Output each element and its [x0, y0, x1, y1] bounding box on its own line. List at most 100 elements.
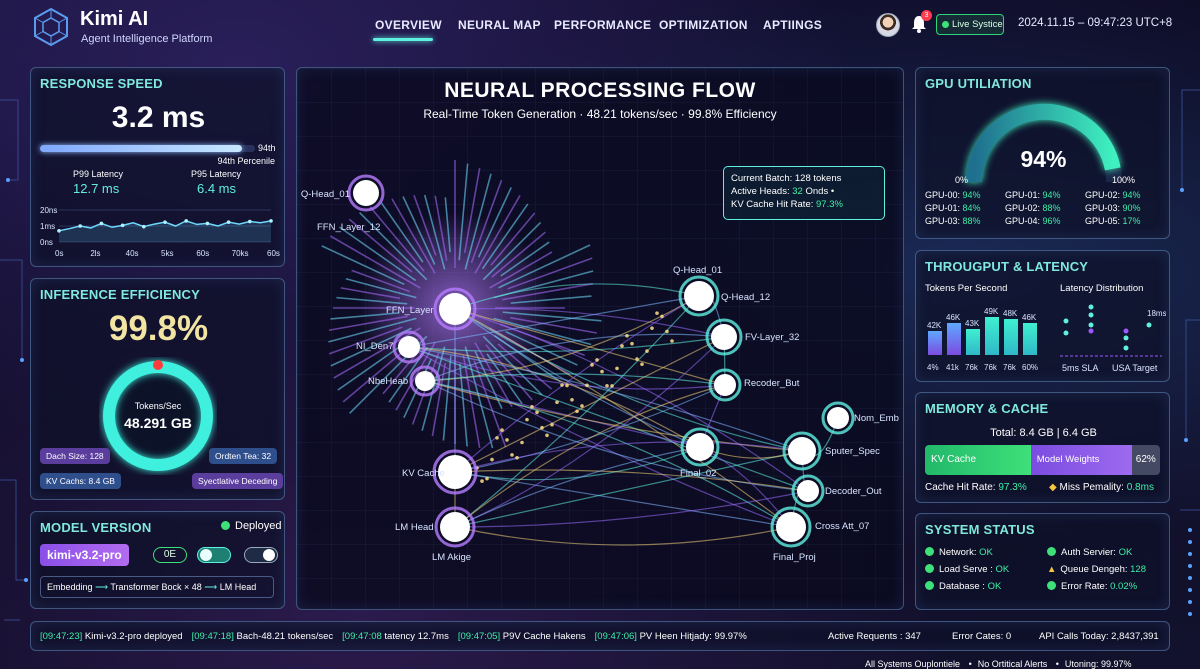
node-label: KV Cache — [402, 468, 445, 479]
node-label: Final_02 — [680, 468, 716, 479]
flow-particle — [495, 436, 499, 440]
requests-label: Active Requents : — [828, 631, 903, 642]
deployed-label: Deployed — [235, 520, 282, 532]
log-entry: [09:47:23] Kimi-v3.2-pro deployed — [40, 631, 183, 642]
flow-particle — [610, 384, 614, 388]
gpu-title: GPU UTILIATION — [925, 76, 1032, 91]
cache-hit-value: 97.3% — [998, 482, 1027, 493]
latency-distribution-chart: 18ms 5ms SLA USA Target — [1060, 304, 1166, 373]
calls-label: API Calls Today: — [1039, 631, 1109, 642]
logo-cube-icon — [34, 7, 68, 47]
flow-particle — [550, 422, 554, 427]
network-node[interactable] — [797, 480, 819, 502]
flow-particle — [645, 349, 649, 353]
bar-value-label: 49K — [984, 307, 999, 316]
neural-flow-panel: NEURAL PROCESSING FLOW Real-Time Token G… — [296, 67, 904, 610]
model-title: MODEL VERSION — [40, 520, 152, 535]
bar-value-label: 46K — [946, 313, 961, 322]
tag-ordten: Ordten Tea: 32 — [209, 448, 278, 464]
gauge-min: 0% — [955, 175, 969, 185]
node-label: Cross Att_07 — [815, 521, 869, 532]
status-item: Load Serve : OK — [925, 564, 1047, 575]
bar-x-label: 76k — [984, 363, 998, 372]
spark-x-tick: 60s — [196, 249, 209, 258]
footer-alerts: No Ortitical Alerts — [977, 659, 1048, 669]
brand[interactable]: Kimi AI Agent Intelligence Platform — [30, 6, 220, 50]
spark-x-tick: 60s — [267, 249, 280, 258]
nav-performance[interactable]: PERFORMANCE — [554, 18, 651, 32]
nav-settings[interactable]: APTIINGS — [763, 18, 822, 32]
model-version-panel: MODEL VERSION Deployed kimi-v3.2-pro 0E … — [30, 511, 285, 609]
tooltip-heads-label: Active Heads: — [731, 186, 790, 197]
flow-particle — [595, 358, 599, 362]
network-node[interactable] — [711, 324, 737, 350]
flow-particle — [555, 400, 559, 405]
ok-dot-icon — [925, 581, 934, 590]
response-speed-value: 3.2 ms — [111, 101, 206, 134]
throughput-bar — [928, 331, 942, 355]
node-label: Sputer_Spec — [825, 446, 880, 457]
diamond-icon: ◆ — [1049, 482, 1057, 493]
nav-active-indicator — [373, 38, 433, 41]
p99-value: 12.7 ms — [73, 181, 120, 196]
ok-dot-icon — [1047, 547, 1056, 556]
miss-penalty-value: 0.8ms — [1126, 482, 1154, 493]
brand-name: Kimi AI — [80, 8, 149, 30]
header-datetime: 2024.11.15 – 09:47:23 UTC+8 — [1018, 17, 1173, 29]
spark-point — [248, 219, 252, 224]
spark-point — [78, 224, 82, 228]
footer-status: All Systems Ouplontiele • No Ortitical Al… — [865, 659, 1132, 669]
network-node[interactable] — [686, 433, 714, 461]
ring-marker-icon — [153, 360, 163, 370]
throughput-bar — [966, 329, 980, 355]
model-badge[interactable]: 0E — [153, 547, 187, 563]
model-version-chip[interactable]: kimi-v3.2-pro — [40, 544, 129, 566]
pipeline-step-transformer: Transformer Bock × 48 — [110, 582, 202, 592]
user-avatar[interactable] — [876, 13, 900, 37]
network-node[interactable] — [439, 293, 471, 325]
flow-particle — [535, 410, 539, 415]
nav-optimization[interactable]: OPTIMIZATION — [659, 18, 748, 32]
notification-badge: 3 — [921, 10, 932, 21]
network-node[interactable] — [714, 374, 736, 396]
miss-penalty-label: Miss Pemality: — [1059, 482, 1124, 493]
bar-x-label: 60% — [1022, 363, 1038, 372]
network-node[interactable] — [684, 281, 714, 311]
flow-particle — [515, 455, 519, 460]
nav-overview[interactable]: OVERVIEW — [375, 18, 442, 32]
network-node[interactable] — [353, 180, 379, 206]
network-node[interactable] — [827, 407, 849, 429]
network-node[interactable] — [440, 512, 470, 542]
node-label: Recoder_But — [744, 378, 800, 389]
inference-title: INFERENCE EFFICIENCY — [40, 287, 201, 302]
miss-penalty-row: ◆ Miss Pemality: 0.8ms — [1049, 482, 1154, 493]
flow-particle — [590, 363, 594, 367]
spark-point — [142, 224, 146, 229]
spark-point — [184, 219, 188, 223]
toggle-switch-1[interactable] — [197, 547, 231, 563]
spark-point — [120, 223, 125, 228]
live-status-pill[interactable]: Live Systice — [936, 14, 1004, 35]
bar-value-label: 42K — [927, 321, 942, 330]
spark-x-tick: 70ks — [232, 249, 249, 258]
network-node[interactable] — [788, 437, 816, 465]
active-requests: Active Requents : 347 — [828, 631, 921, 642]
gpu-cell-grid: GPU-00: 94% GPU-01: 94% GPU-02: 94% GPU-01:… — [925, 190, 1165, 226]
gpu-cell: GPU-03: 88% — [925, 216, 981, 226]
ok-dot-icon — [1047, 581, 1056, 590]
memory-cache-panel: MEMORY & CACHE Total: 8.4 GB | 6.4 GB KV… — [915, 392, 1170, 503]
node-label: FV-Layer_32 — [745, 332, 799, 343]
network-node[interactable] — [415, 371, 435, 391]
pipeline-flow: Embedding ⟶ Transformer Bock × 48 ⟶ LM H… — [40, 576, 274, 598]
network-node[interactable] — [776, 512, 806, 542]
toggle-switch-2[interactable] — [244, 547, 278, 563]
latency-sparkline-chart: 20ns 1ms 0ns0s 2ls 40s 5ks 60s 70ks 60s — [40, 206, 280, 258]
ok-dot-icon — [925, 547, 934, 556]
flow-particle — [660, 314, 664, 319]
bar-value-label: 46K — [1022, 313, 1037, 322]
nav-neural-map[interactable]: NEURAL MAP — [458, 18, 541, 32]
network-node[interactable] — [398, 336, 420, 358]
tooltip-batch-label: Current Batch: — [731, 173, 793, 184]
status-item: ▲ Queue Dengeh: 128 — [1047, 564, 1146, 575]
status-item: Error Rate: 0.02% — [1047, 581, 1165, 592]
